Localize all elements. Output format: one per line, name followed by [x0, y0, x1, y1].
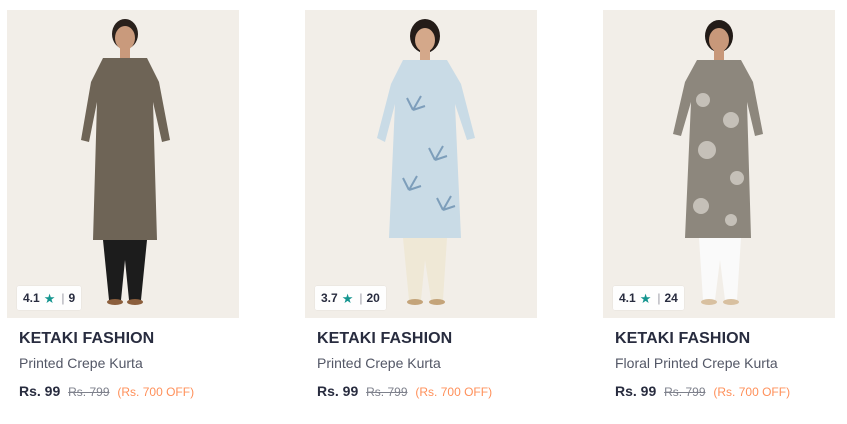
rating-value: 3.7 [321, 291, 338, 305]
price-discount: (Rs. 700 OFF) [415, 385, 493, 399]
product-image[interactable]: 4.1 ★ | 9 [7, 10, 239, 318]
product-price: Rs. 99 Rs. 799 (Rs. 700 OFF) [317, 383, 492, 399]
price-mrp: Rs. 799 [68, 385, 110, 399]
price-current: Rs. 99 [615, 383, 657, 399]
price-discount: (Rs. 700 OFF) [117, 385, 195, 399]
product-price: Rs. 99 Rs. 799 (Rs. 700 OFF) [615, 383, 790, 399]
product-card[interactable]: 4.1 ★ | 24 KETAKI FASHION Floral Printed… [603, 10, 835, 410]
price-discount: (Rs. 700 OFF) [713, 385, 791, 399]
product-title: Floral Printed Crepe Kurta [615, 355, 778, 371]
product-card[interactable]: 3.7 ★ | 20 KETAKI FASHION Printed Crepe … [305, 10, 537, 410]
rating-count: 9 [68, 291, 76, 305]
rating-separator: | [657, 291, 661, 305]
rating-badge: 4.1 ★ | 9 [17, 286, 82, 310]
product-brand: KETAKI FASHION [317, 330, 453, 347]
product-image[interactable]: 4.1 ★ | 24 [603, 10, 835, 318]
product-image[interactable]: 3.7 ★ | 20 [305, 10, 537, 318]
rating-value: 4.1 [23, 291, 40, 305]
price-mrp: Rs. 799 [664, 385, 706, 399]
product-title: Printed Crepe Kurta [19, 355, 143, 371]
price-current: Rs. 99 [317, 383, 359, 399]
rating-value: 4.1 [619, 291, 636, 305]
rating-badge: 3.7 ★ | 20 [315, 286, 386, 310]
star-icon: ★ [43, 290, 56, 306]
rating-badge: 4.1 ★ | 24 [613, 286, 684, 310]
price-mrp: Rs. 799 [366, 385, 408, 399]
star-icon: ★ [341, 290, 354, 306]
product-brand: KETAKI FASHION [615, 330, 751, 347]
product-price: Rs. 99 Rs. 799 (Rs. 700 OFF) [19, 383, 194, 399]
rating-count: 24 [664, 291, 678, 305]
product-card[interactable]: 4.1 ★ | 9 KETAKI FASHION Printed Crepe K… [7, 10, 239, 410]
rating-count: 20 [366, 291, 380, 305]
product-title: Printed Crepe Kurta [317, 355, 441, 371]
rating-separator: | [359, 291, 363, 305]
star-icon: ★ [639, 290, 652, 306]
product-brand: KETAKI FASHION [19, 330, 155, 347]
rating-separator: | [61, 291, 65, 305]
price-current: Rs. 99 [19, 383, 61, 399]
